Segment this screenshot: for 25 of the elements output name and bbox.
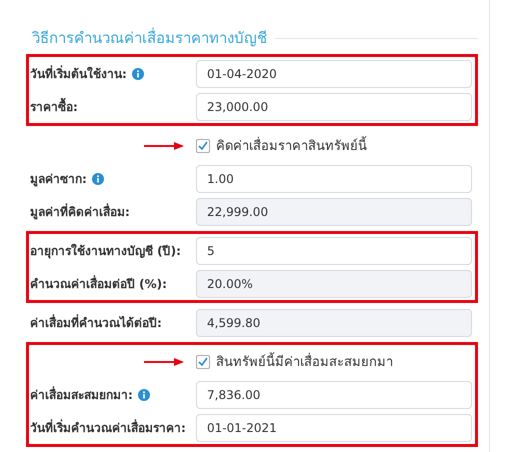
input-field[interactable]: 4,599.80 [196,308,472,336]
input-field[interactable]: 23,000.00 [196,92,472,120]
check-icon [198,357,208,366]
checkbox-label: คิดค่าเสื่อมราคาสินทรัพย์นี้ [216,135,367,156]
field-label: ค่าเสื่อมที่คำนวณได้ต่อปี: [30,313,162,332]
checkbox[interactable] [196,354,210,368]
checkbox-label: สินทรัพย์นี้มีค่าเสื่อมสะสมยกมา [216,351,393,372]
field-label: อายุการใช้งานทางบัญชี (ปี): [30,242,181,260]
section-title: วิธีการคำนวณค่าเสื่อมราคาทางบัญชี [32,26,267,49]
input-field[interactable]: 7,836.00 [196,380,472,408]
field-label: มูลค่าซาก: [30,171,87,188]
input-field[interactable]: 20.00% [196,270,472,298]
field-label: วันที่เริ่มคำนวณค่าเสื่อมราคา: [30,418,186,437]
input-field[interactable]: 5 [196,236,472,264]
input-field[interactable]: 22,999.00 [196,198,472,226]
field-label: มูลค่าที่คิดค่าเสื่อม: [30,202,130,221]
input-field[interactable]: 01-04-2020 [196,60,472,88]
field-label: วันที่เริ่มต้นใช้งาน: [30,64,127,83]
field-label: ค่าเสื่อมสะสมยกมา: [30,385,133,404]
input-field[interactable]: 01-01-2021 [196,414,472,442]
field-label: คำนวณค่าเสื่อมต่อปี (%): [30,274,167,293]
checkbox[interactable] [196,138,210,152]
field-label: ราคาซื้อ: [30,97,78,116]
input-field[interactable]: 1.00 [196,164,472,192]
check-icon [198,141,208,150]
